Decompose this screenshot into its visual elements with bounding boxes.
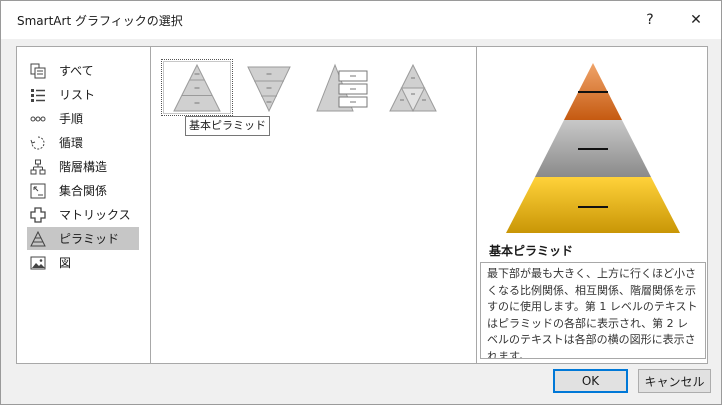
layout-basic-pyramid[interactable] xyxy=(161,59,233,116)
preview-title: 基本ピラミッド xyxy=(489,244,574,258)
hierarchy-icon xyxy=(29,158,47,176)
picture-icon xyxy=(29,254,47,272)
pyramid-bottom-level xyxy=(506,177,680,233)
cancel-button[interactable]: キャンセル xyxy=(638,369,711,393)
segmented-pyramid-icon xyxy=(389,63,437,112)
category-label: 集合関係 xyxy=(59,184,108,198)
relationship-icon xyxy=(29,182,47,200)
layout-inverted-pyramid[interactable] xyxy=(233,59,305,116)
category-label: すべて xyxy=(59,64,94,78)
ok-button[interactable]: OK xyxy=(553,369,628,393)
basic-pyramid-icon xyxy=(173,63,221,111)
pyramid-preview xyxy=(506,63,680,233)
category-picture[interactable]: 図 xyxy=(27,251,139,274)
category-list-item[interactable]: リスト xyxy=(27,83,139,106)
window-title: SmartArt グラフィックの選択 xyxy=(17,14,183,28)
category-label: 図 xyxy=(59,256,72,270)
category-label: 循環 xyxy=(59,136,84,150)
category-list: すべて リスト 手順 循環 階層構造 集合関係 マトリックス ピラミッド 図 xyxy=(16,46,151,364)
category-hierarchy[interactable]: 階層構造 xyxy=(27,155,139,178)
help-button[interactable]: ? xyxy=(635,7,665,33)
cycle-icon xyxy=(29,134,47,152)
category-label: 階層構造 xyxy=(59,160,108,174)
layout-segmented-pyramid[interactable] xyxy=(377,59,449,116)
category-all[interactable]: すべて xyxy=(27,59,139,82)
category-label: 手順 xyxy=(59,112,84,126)
title-bar: SmartArt グラフィックの選択 ? ✕ xyxy=(1,1,721,39)
all-icon xyxy=(29,62,47,80)
layout-pyramid-list[interactable] xyxy=(307,59,379,116)
smartart-dialog: SmartArt グラフィックの選択 ? ✕ すべて リスト 手順 循環 階層構… xyxy=(0,0,722,405)
layout-tooltip: 基本ピラミッド xyxy=(185,116,270,136)
category-label: マトリックス xyxy=(59,208,131,222)
inverted-pyramid-icon xyxy=(247,66,291,112)
matrix-icon xyxy=(29,206,47,224)
category-cycle[interactable]: 循環 xyxy=(27,131,139,154)
layout-gallery: 基本ピラミッド xyxy=(150,46,477,364)
process-icon xyxy=(29,110,47,128)
close-button[interactable]: ✕ xyxy=(681,7,711,33)
category-process[interactable]: 手順 xyxy=(27,107,139,130)
category-label: リスト xyxy=(59,88,96,102)
category-pyramid[interactable]: ピラミッド xyxy=(27,227,139,250)
category-matrix[interactable]: マトリックス xyxy=(27,203,139,226)
pyramid-list-icon xyxy=(316,63,368,111)
preview-pane: 基本ピラミッド 最下部が最も大きく、上方に行くほど小さくなる比例関係、相互関係、… xyxy=(476,46,708,364)
list-icon xyxy=(29,86,47,104)
category-label: ピラミッド xyxy=(59,232,120,246)
pyramid-icon xyxy=(29,230,47,248)
category-relationship[interactable]: 集合関係 xyxy=(27,179,139,202)
preview-description: 最下部が最も大きく、上方に行くほど小さくなる比例関係、相互関係、階層関係を示すの… xyxy=(480,262,706,359)
